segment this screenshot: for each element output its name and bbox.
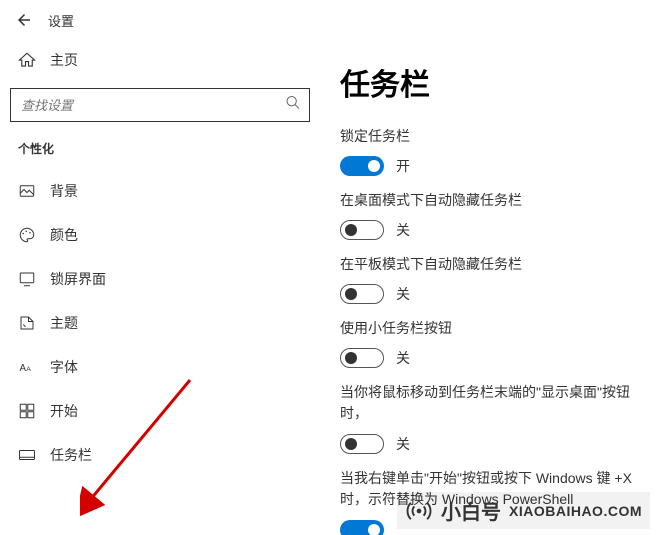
sidebar-item-label: 锁屏界面 (50, 269, 106, 289)
sidebar-section-label: 个性化 (10, 140, 310, 169)
toggle-lock-taskbar[interactable] (340, 156, 384, 176)
sidebar-item-colors[interactable]: 颜色 (10, 213, 310, 257)
sidebar-item-label: 颜色 (50, 225, 78, 245)
setting-label: 在桌面模式下自动隐藏任务栏 (340, 190, 646, 210)
toggle-state-text: 关 (396, 284, 410, 304)
svg-text:A: A (20, 363, 27, 374)
search-box[interactable] (10, 88, 310, 122)
toggle-state-text: 关 (396, 434, 410, 454)
toggle-autohide-desktop[interactable] (340, 220, 384, 240)
sidebar-item-label: 任务栏 (50, 445, 92, 465)
sidebar-item-fonts[interactable]: AA 字体 (10, 345, 310, 389)
watermark-en: XIAOBAIHAO.COM (509, 503, 642, 519)
search-input[interactable] (11, 89, 309, 121)
sidebar-item-label: 主题 (50, 313, 78, 333)
sidebar-item-themes[interactable]: 主题 (10, 301, 310, 345)
setting-label: 锁定任务栏 (340, 126, 646, 146)
home-icon (18, 51, 36, 69)
sidebar-item-start[interactable]: 开始 (10, 389, 310, 433)
watermark-cn: 小白号 (441, 496, 501, 525)
sidebar: 主页 个性化 背景 颜色 锁屏界面 主题 AA 字体 (0, 40, 320, 535)
toggle-autohide-tablet[interactable] (340, 284, 384, 304)
setting-label: 在平板模式下自动隐藏任务栏 (340, 254, 646, 274)
watermark-badge: 小白号 XIAOBAIHAO.COM (397, 492, 650, 529)
broadcast-icon (405, 497, 433, 525)
start-icon (18, 402, 36, 420)
search-icon (285, 95, 301, 116)
lockscreen-icon (18, 270, 36, 288)
taskbar-icon (18, 446, 36, 464)
font-icon: AA (18, 358, 36, 376)
sidebar-home-label: 主页 (50, 50, 78, 70)
toggle-state-text: 开 (396, 156, 410, 176)
picture-icon (18, 182, 36, 200)
toggle-peek[interactable] (340, 434, 384, 454)
page-title: 任务栏 (340, 60, 646, 104)
svg-text:A: A (26, 366, 31, 373)
toggle-powershell[interactable] (340, 520, 384, 535)
toggle-state-text: 关 (396, 220, 410, 240)
toggle-state-text: 关 (396, 348, 410, 368)
sidebar-item-label: 字体 (50, 357, 78, 377)
arrow-left-icon (15, 11, 33, 29)
sidebar-item-label: 开始 (50, 401, 78, 421)
back-button[interactable] (12, 8, 36, 32)
window-title: 设置 (48, 11, 74, 30)
setting-label: 当你将鼠标移动到任务栏末端的"显示桌面"按钮时， (340, 382, 646, 424)
setting-label: 使用小任务栏按钮 (340, 318, 646, 338)
toggle-small-buttons[interactable] (340, 348, 384, 368)
sidebar-item-lockscreen[interactable]: 锁屏界面 (10, 257, 310, 301)
theme-icon (18, 314, 36, 332)
sidebar-item-taskbar[interactable]: 任务栏 (10, 433, 310, 477)
main-content: 任务栏 锁定任务栏 开 在桌面模式下自动隐藏任务栏 关 在平板模式下自动隐藏任务… (320, 40, 656, 535)
sidebar-item-background[interactable]: 背景 (10, 169, 310, 213)
sidebar-home[interactable]: 主页 (10, 40, 310, 80)
sidebar-item-label: 背景 (50, 181, 78, 201)
palette-icon (18, 226, 36, 244)
